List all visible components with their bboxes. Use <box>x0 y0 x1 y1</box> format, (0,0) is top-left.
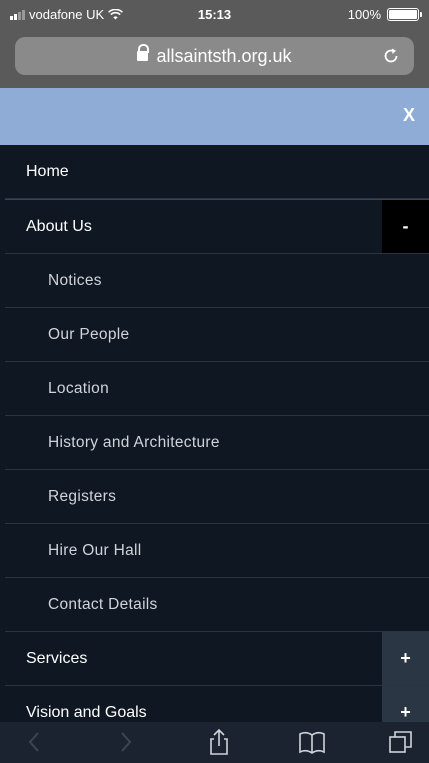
battery-percent: 100% <box>347 7 381 22</box>
menu-item-label: About Us <box>26 217 92 235</box>
browser-header: allsaintsth.org.uk <box>0 28 429 88</box>
close-menu-button[interactable]: X <box>403 105 415 126</box>
menu-item-services[interactable]: Services + <box>5 632 429 686</box>
battery-fill <box>389 10 417 19</box>
menu-item-label: Home <box>26 162 69 180</box>
menu-item-hire-our-hall[interactable]: Hire Our Hall <box>5 524 429 578</box>
menu-item-label: Our People <box>48 325 130 343</box>
menu-item-label: Services <box>26 649 88 667</box>
battery-icon <box>387 8 422 21</box>
menu-item-label: Hire Our Hall <box>48 541 142 559</box>
menu-item-about-us[interactable]: About Us - <box>5 199 429 254</box>
collapse-about-us-button[interactable]: - <box>382 200 429 253</box>
expand-services-button[interactable]: + <box>382 632 429 685</box>
menu-item-label: History and Architecture <box>48 433 220 451</box>
browser-toolbar <box>0 722 429 763</box>
url-text: allsaintsth.org.uk <box>156 45 292 66</box>
menu-item-home[interactable]: Home <box>5 145 429 199</box>
battery: 100% <box>347 7 422 22</box>
chevron-right-icon[interactable] <box>110 727 140 757</box>
expand-vision-and-goals-button[interactable]: + <box>382 686 429 722</box>
menu-item-contact-details[interactable]: Contact Details <box>5 578 429 632</box>
reload-icon[interactable] <box>378 43 404 69</box>
book-icon[interactable] <box>297 727 327 757</box>
menu-item-label: Contact Details <box>48 595 158 613</box>
menu-item-our-people[interactable]: Our People <box>5 308 429 362</box>
menu-item-label: Location <box>48 379 110 397</box>
menu-item-label: Notices <box>48 271 102 289</box>
menu-item-registers[interactable]: Registers <box>5 470 429 524</box>
nav-menu: Home About Us - Notices Our People Locat… <box>5 145 429 722</box>
menu-header: X <box>0 88 429 145</box>
menu-item-history-and-architecture[interactable]: History and Architecture <box>5 416 429 470</box>
tabs-icon[interactable] <box>386 727 416 757</box>
status-bar: vodafone UK 15:13 100% <box>0 0 429 28</box>
chevron-left-icon[interactable] <box>20 727 50 757</box>
menu-item-label: Registers <box>48 487 117 505</box>
menu-item-location[interactable]: Location <box>5 362 429 416</box>
menu-item-label: Vision and Goals <box>26 703 147 721</box>
menu-item-vision-and-goals[interactable]: Vision and Goals + <box>5 686 429 722</box>
address-bar[interactable]: allsaintsth.org.uk <box>15 37 414 75</box>
menu-item-notices[interactable]: Notices <box>5 254 429 308</box>
share-icon[interactable] <box>204 727 234 757</box>
lock-icon <box>137 44 150 62</box>
